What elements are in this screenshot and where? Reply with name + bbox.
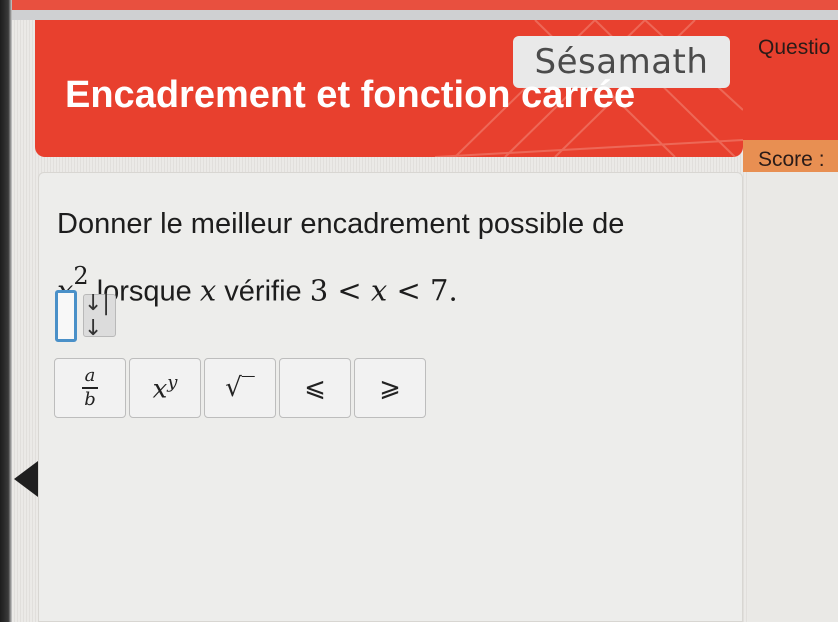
side-panel: Questio Score : [743, 20, 838, 172]
math-toolbar: a b xy √‾ ⩽ ⩾ [54, 358, 426, 418]
answer-input[interactable] [55, 290, 77, 342]
leq-button[interactable]: ⩽ [279, 358, 351, 418]
side-panel-lower [748, 172, 838, 622]
power-base: x [152, 374, 168, 405]
fraction-numerator: a [84, 365, 96, 387]
fraction-button[interactable]: a b [54, 358, 126, 418]
sqrt-icon: √‾ [225, 373, 255, 403]
exercise-header: Sésamath Encadrement et fonction carrée [35, 20, 743, 157]
power-exponent: y [167, 371, 178, 393]
toggle-keyboard-button[interactable]: ↓|↓ [83, 291, 116, 341]
math-period: . [448, 273, 458, 308]
text-verifie: vérifie [216, 275, 310, 308]
screen-bezel [0, 0, 12, 622]
fraction-denominator: b [84, 388, 96, 410]
math-lt-2: < [387, 273, 431, 308]
math-cond-7: 7 [430, 273, 449, 308]
prev-arrow-button[interactable] [8, 457, 42, 501]
question-line-2: x2 lorsque x vérifie 3 < x < 7. [57, 253, 727, 321]
prev-arrow-icon [14, 461, 38, 497]
geq-icon: ⩾ [379, 373, 401, 403]
fraction-icon: a b [82, 366, 98, 410]
math-cond-3: 3 [309, 273, 329, 308]
toggle-arrows-icon: ↓|↓ [84, 290, 110, 341]
sqrt-button[interactable]: √‾ [204, 358, 276, 418]
top-bar [12, 10, 838, 20]
leq-icon: ⩽ [304, 373, 326, 403]
question-line-1: Donner le meilleur encadrement possible … [57, 208, 625, 240]
top-strip [12, 0, 838, 10]
question-label: Questio [758, 36, 831, 59]
exercise-title: Encadrement et fonction carrée [65, 74, 636, 116]
math-lt-1: < [328, 273, 371, 308]
question-card: Donner le meilleur encadrement possible … [38, 172, 743, 622]
math-exponent: 2 [73, 262, 89, 290]
math-cond-x: x [370, 273, 388, 308]
math-var-x-2: x [199, 273, 217, 308]
question-text: Donner le meilleur encadrement possible … [57, 195, 727, 321]
power-button[interactable]: xy [129, 358, 201, 418]
score-label: Score : [758, 148, 825, 171]
geq-button[interactable]: ⩾ [354, 358, 426, 418]
power-icon: xy [153, 372, 178, 405]
